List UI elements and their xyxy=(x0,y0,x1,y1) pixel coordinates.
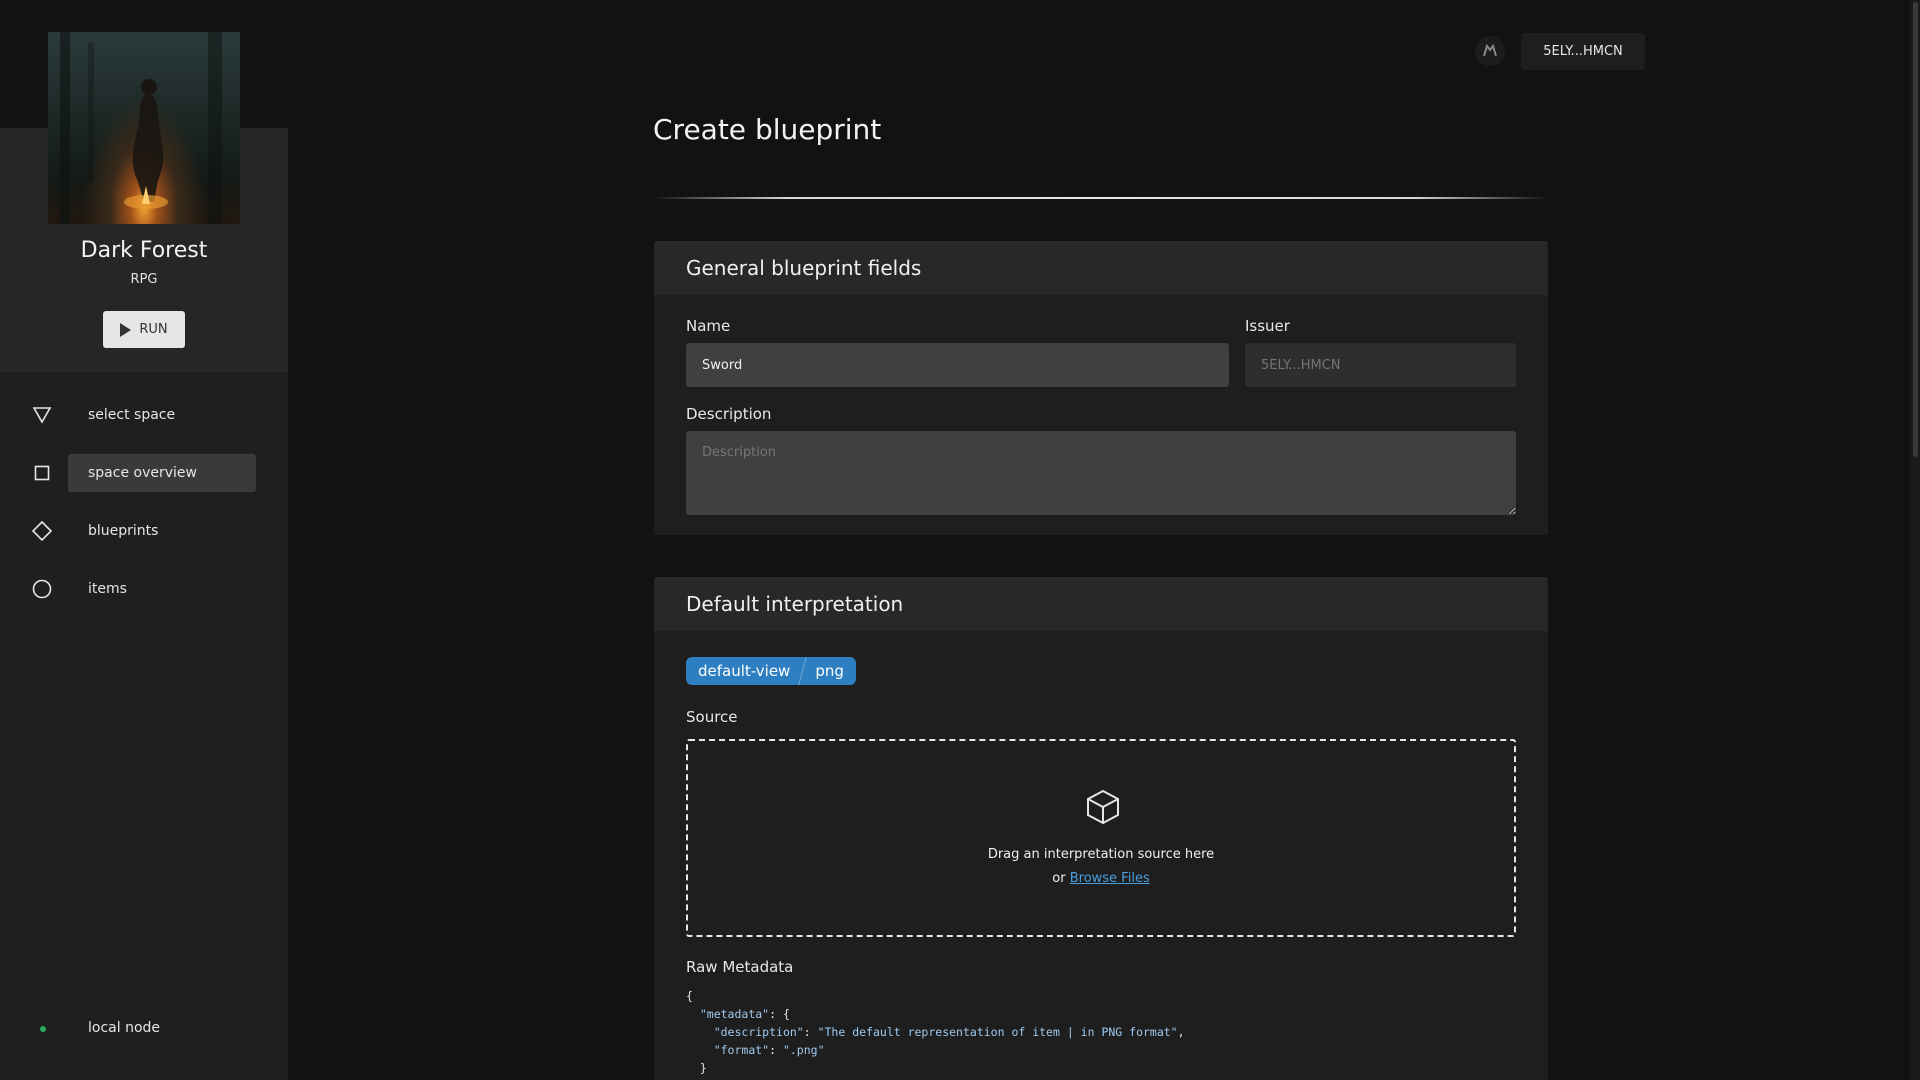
divider xyxy=(653,197,1548,199)
source-label: Source xyxy=(686,708,738,726)
card-title: Default interpretation xyxy=(654,577,1548,631)
sidebar-item-label: items xyxy=(88,581,127,597)
code-string: "The default representation of item | in… xyxy=(817,1025,1178,1039)
code-line: } xyxy=(699,1061,707,1075)
raw-metadata-label: Raw Metadata xyxy=(686,958,794,976)
run-button-label: RUN xyxy=(139,322,168,337)
sidebar-item-label: select space xyxy=(88,407,176,423)
code-string: ".png" xyxy=(782,1043,825,1057)
sidebar-item-blueprints[interactable]: blueprints xyxy=(0,512,288,550)
cube-icon xyxy=(1087,789,1119,825)
node-status[interactable]: local node xyxy=(0,1018,288,1040)
avatar[interactable] xyxy=(1475,36,1505,66)
code-punct: : xyxy=(769,1043,783,1057)
raw-metadata-code: { "metadata": { "description": "The defa… xyxy=(686,987,1185,1077)
triangle-down-icon xyxy=(32,405,52,425)
account-button[interactable]: 5ELY...HMCN xyxy=(1521,33,1645,70)
node-label: local node xyxy=(88,1020,161,1036)
code-punct: , xyxy=(1177,1025,1185,1039)
space-title: Dark Forest xyxy=(80,238,208,263)
square-icon xyxy=(32,463,52,483)
diamond-icon xyxy=(32,521,52,541)
sidebar: Dark Forest RPG RUN select space space o… xyxy=(0,0,288,1080)
sidebar-item-select-space[interactable]: select space xyxy=(0,396,288,434)
interpretation-tags[interactable]: default-view png xyxy=(686,657,856,685)
description-label: Description xyxy=(686,405,772,423)
avatar-icon xyxy=(1483,44,1497,57)
sidebar-item-label: space overview xyxy=(88,465,197,481)
card-title: General blueprint fields xyxy=(654,241,1548,295)
name-input[interactable] xyxy=(686,343,1229,387)
code-key: "description" xyxy=(713,1025,804,1039)
tag-png[interactable]: png xyxy=(803,657,856,685)
sidebar-item-space-overview[interactable]: space overview xyxy=(0,454,288,492)
run-button[interactable]: RUN xyxy=(103,311,185,348)
description-input[interactable] xyxy=(686,431,1516,515)
dropzone-alt: or Browse Files xyxy=(688,871,1514,886)
sidebar-item-items[interactable]: items xyxy=(0,570,288,608)
sidebar-item-label: blueprints xyxy=(88,523,159,539)
issuer-label: Issuer xyxy=(1245,317,1290,335)
status-dot-icon xyxy=(40,1026,46,1032)
tag-default-view[interactable]: default-view xyxy=(686,657,802,685)
code-key: "metadata" xyxy=(699,1007,770,1021)
dropzone-text: Drag an interpretation source here xyxy=(987,847,1215,862)
dropzone-or: or xyxy=(1052,871,1066,886)
code-punct: : xyxy=(803,1025,818,1039)
space-genre: RPG xyxy=(130,272,158,287)
scrollbar-thumb[interactable] xyxy=(1913,2,1918,457)
general-fields-card: General blueprint fields Name Issuer Des… xyxy=(654,241,1548,535)
browse-files-link[interactable]: Browse Files xyxy=(1070,871,1150,886)
code-key: "format" xyxy=(713,1043,770,1057)
code-line: { xyxy=(686,989,693,1003)
page-title: Create blueprint xyxy=(653,113,882,146)
circle-icon xyxy=(32,579,52,599)
name-label: Name xyxy=(686,317,731,335)
source-dropzone[interactable]: Drag an interpretation source here or Br… xyxy=(686,739,1516,937)
play-icon xyxy=(120,322,132,337)
space-cover-image xyxy=(48,32,240,224)
issuer-input[interactable] xyxy=(1245,343,1516,387)
default-interpretation-card: Default interpretation default-view png … xyxy=(654,577,1548,1080)
code-punct: : { xyxy=(769,1007,790,1021)
